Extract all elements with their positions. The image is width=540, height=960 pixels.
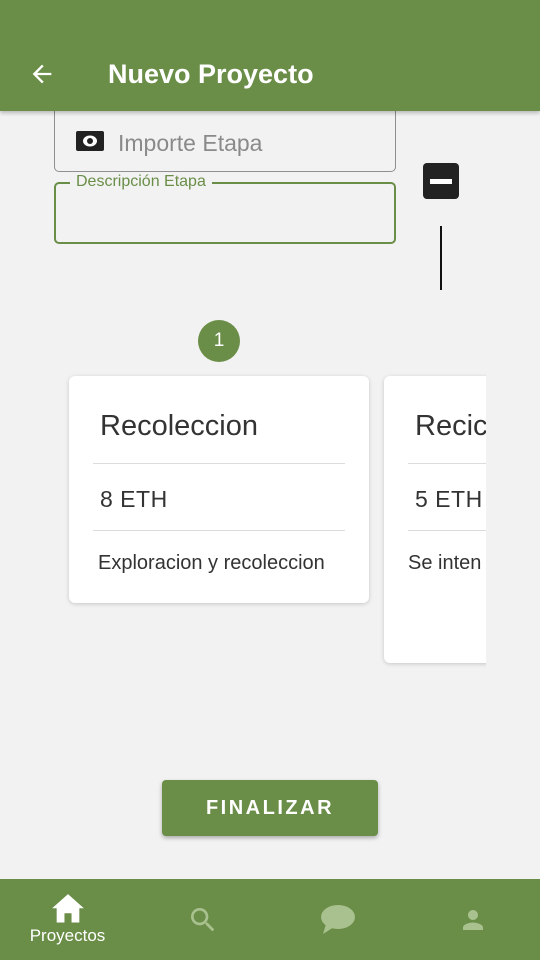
stage-amount: 5 ETH (415, 486, 483, 512)
bottom-nav: Proyectos (0, 879, 540, 960)
finalize-button[interactable]: FINALIZAR (162, 780, 378, 836)
nav-item-label: Proyectos (29, 925, 106, 945)
profile-icon (462, 909, 483, 930)
stage-card[interactable]: Recic 5 ETH Se inten basura e lo posibl (384, 376, 486, 663)
importe-field[interactable]: Importe Etapa (54, 110, 396, 172)
arrow-left-icon (32, 64, 52, 84)
stage-description: Exploracion y recoleccion (98, 552, 325, 574)
descripcion-field[interactable]: Descripción Etapa (54, 173, 396, 244)
minus-icon (430, 178, 452, 184)
stage-name: Recic (415, 410, 486, 442)
card-divider (408, 530, 486, 531)
remove-stage-button[interactable] (423, 163, 459, 199)
stage-carousel[interactable]: Recoleccion 8 ETH Exploracion y recolecc… (60, 368, 486, 678)
app-bar: Nuevo Proyecto (0, 0, 540, 111)
card-divider (408, 463, 486, 464)
card-divider (93, 530, 345, 531)
stage-description: Se inten basura e lo posibl (408, 552, 486, 574)
nav-item-chat[interactable] (270, 879, 405, 960)
step-badge: 1 (198, 320, 240, 362)
search-icon (190, 907, 214, 931)
stage-card[interactable]: Recoleccion 8 ETH Exploracion y recolecc… (69, 376, 369, 603)
page-title: Nuevo Proyecto (108, 59, 314, 89)
card-divider (93, 463, 345, 464)
home-icon (51, 893, 84, 922)
divider-line (440, 226, 442, 290)
chat-icon (320, 904, 355, 934)
nav-item-proyectos[interactable]: Proyectos (0, 879, 135, 960)
nav-item-profile[interactable] (405, 879, 540, 960)
descripcion-label: Descripción Etapa (70, 173, 212, 191)
nav-item-search[interactable] (135, 879, 270, 960)
money-icon (76, 131, 104, 151)
stage-amount: 8 ETH (100, 486, 168, 512)
back-button[interactable] (24, 56, 60, 92)
stage-name: Recoleccion (100, 410, 258, 442)
importe-placeholder: Importe Etapa (118, 130, 263, 156)
